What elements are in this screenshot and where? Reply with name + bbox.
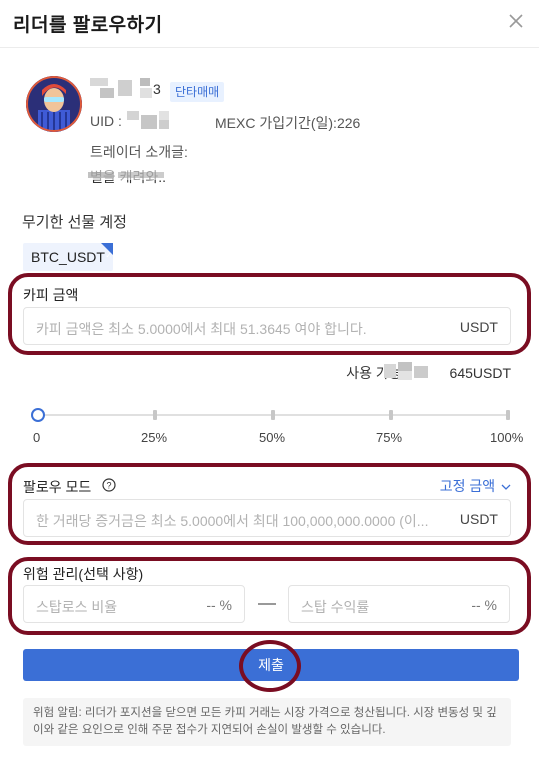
question-icon[interactable]: ? <box>102 478 116 492</box>
take-profit-input[interactable]: 스탑 수익률 -- % <box>288 585 510 623</box>
balance-redaction <box>384 362 428 380</box>
range-separator <box>258 603 276 605</box>
copy-amount-unit: USDT <box>459 319 498 335</box>
name-redaction <box>90 78 152 98</box>
slider-tick <box>389 410 393 420</box>
submit-button[interactable]: 제출 <box>23 649 519 681</box>
avatar-image <box>26 76 82 132</box>
close-icon[interactable] <box>505 10 527 32</box>
slider-tick <box>271 410 275 420</box>
margin-per-trade-input[interactable]: 한 거래당 증거금은 최소 5.0000에서 최대 100,000,000.00… <box>23 499 511 537</box>
pair-chip-label: BTC_USDT <box>31 249 105 265</box>
margin-per-trade-placeholder: 한 거래당 증거금은 최소 5.0000에서 최대 100,000,000.00… <box>36 513 429 529</box>
trader-intro-label: 트레이더 소개글: <box>90 144 188 160</box>
available-value: 645USDT <box>449 365 511 381</box>
follow-mode-value: 고정 금액 <box>439 478 496 494</box>
copy-amount-input[interactable]: 카피 금액은 최소 5.0000에서 최대 51.3645 여야 합니다. US… <box>23 307 511 345</box>
slider-label-100: 100% <box>490 430 524 445</box>
follow-mode-label: 팔로우 모드 <box>23 479 92 495</box>
trader-avatar <box>26 76 82 132</box>
slider-tick <box>506 410 510 420</box>
uid-label: UID : <box>90 113 122 129</box>
uid-redaction <box>127 111 169 129</box>
trader-name: 3 <box>153 81 161 97</box>
check-icon: ✓ <box>105 251 112 260</box>
slider-tick <box>153 410 157 420</box>
dialog-header: 리더를 팔로우하기 <box>0 0 539 48</box>
stop-loss-unit: -- % <box>206 597 232 613</box>
pair-chip[interactable]: BTC_USDT ✓ <box>23 243 113 271</box>
slider-label-75: 75% <box>376 430 403 445</box>
join-duration: MEXC 가입기간(일):226 <box>215 115 361 131</box>
account-label: 무기한 선물 계정 <box>22 214 127 231</box>
take-profit-unit: -- % <box>471 597 497 613</box>
slider-label-0: 0 <box>33 430 41 445</box>
amount-slider[interactable] <box>31 406 510 424</box>
chevron-down-icon <box>501 484 511 490</box>
slider-label-25: 25% <box>141 430 168 445</box>
stop-loss-input[interactable]: 스탑로스 비율 -- % <box>23 585 245 623</box>
stop-loss-placeholder: 스탑로스 비율 <box>36 599 118 615</box>
copy-amount-placeholder: 카피 금액은 최소 5.0000에서 최대 51.3645 여야 합니다. <box>36 321 367 337</box>
follow-mode-select[interactable]: 고정 금액 <box>440 476 511 496</box>
trader-style-badge: 단타매매 <box>170 82 225 102</box>
risk-management-label: 위험 관리(선택 사항) <box>23 566 144 582</box>
copy-amount-label: 카피 금액 <box>23 287 79 303</box>
dialog-title: 리더를 팔로우하기 <box>13 15 163 36</box>
risk-notice: 위험 알림: 리더가 포지션을 닫으면 모든 카피 거래는 시장 가격으로 청산… <box>23 698 511 746</box>
margin-per-trade-unit: USDT <box>459 511 498 527</box>
slider-handle[interactable] <box>31 408 45 422</box>
intro-redaction <box>88 170 174 180</box>
slider-label-50: 50% <box>259 430 286 445</box>
svg-text:?: ? <box>106 481 111 491</box>
take-profit-placeholder: 스탑 수익률 <box>301 599 370 615</box>
